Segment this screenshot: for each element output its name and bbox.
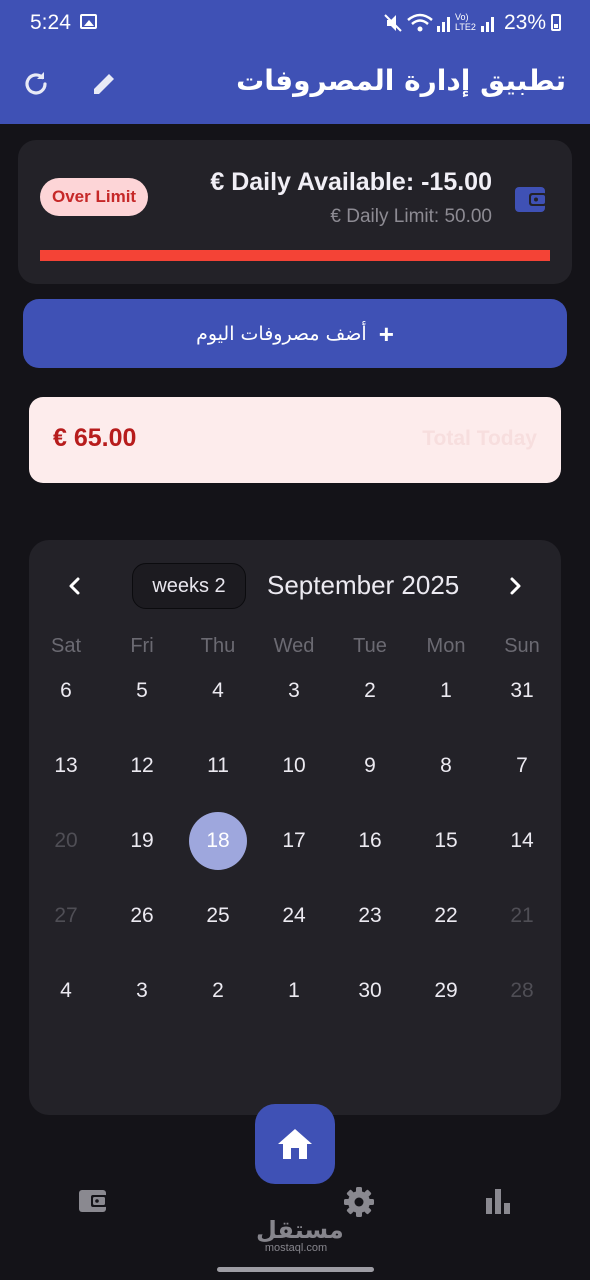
wallet-icon[interactable] (78, 1186, 108, 1216)
calendar-day[interactable]: 9 (341, 737, 399, 795)
gear-icon[interactable] (343, 1186, 375, 1218)
calendar-day[interactable]: 2 (189, 962, 247, 1020)
weekday-label: Sun (504, 635, 540, 657)
calendar-day[interactable]: 31 (493, 662, 551, 720)
wifi-icon (407, 13, 433, 32)
calendar: weeks 2 September 2025 Sat Fri Thu Wed Tue Mo… (29, 540, 561, 1115)
calendar-day[interactable]: 14 (493, 812, 551, 870)
next-month-button[interactable] (501, 570, 529, 602)
refresh-icon[interactable] (18, 66, 54, 102)
calendar-day[interactable]: 1 (417, 662, 475, 720)
calendar-day[interactable]: 8 (417, 737, 475, 795)
daily-limit-text: € Daily Limit: 50.00 (330, 206, 492, 227)
calendar-day[interactable]: 26 (113, 887, 171, 945)
calendar-day[interactable]: 6 (37, 662, 95, 720)
volte-indicator: Vo) LTE2 (455, 12, 476, 32)
calendar-day[interactable]: 4 (37, 962, 95, 1020)
weekday-label: Mon (426, 635, 466, 657)
calendar-day[interactable]: 3 (265, 662, 323, 720)
signal-icon-2 (481, 17, 494, 32)
calendar-day[interactable]: 13 (37, 737, 95, 795)
calendar-day[interactable]: 1 (265, 962, 323, 1020)
bar-chart-icon[interactable] (484, 1186, 512, 1216)
total-today-card: € 65.00 Total Today (29, 397, 561, 483)
home-icon (278, 1129, 312, 1159)
app-title: تطبيق إدارة المصروفات (236, 64, 566, 97)
add-expense-label: أضف مصروفات اليوم (196, 322, 367, 345)
status-time: 5:24 (30, 11, 71, 34)
mute-icon (384, 14, 402, 32)
weekday-label: Tue (353, 635, 387, 657)
battery-percentage: 23% (503, 11, 546, 34)
calendar-day[interactable]: 29 (417, 962, 475, 1020)
weekday-label: Wed (273, 635, 315, 657)
signal-icon-1 (437, 17, 450, 32)
calendar-day[interactable]: 24 (265, 887, 323, 945)
status-bar: 5:24 23% Vo) LTE2 (0, 0, 590, 46)
weekday-label: Sat (50, 635, 82, 657)
calendar-day[interactable]: 5 (113, 662, 171, 720)
calendar-day[interactable]: 21 (493, 887, 551, 945)
add-expense-button[interactable]: + أضف مصروفات اليوم (23, 299, 567, 368)
calendar-day[interactable]: 20 (37, 812, 95, 870)
gesture-navigation-bar[interactable] (217, 1267, 374, 1272)
edit-icon[interactable] (86, 66, 122, 102)
weekday-label: Fri (130, 635, 154, 657)
battery-icon (551, 14, 561, 31)
calendar-day[interactable]: 16 (341, 812, 399, 870)
watermark-arabic: مستقل (256, 1216, 344, 1244)
calendar-day[interactable]: 4 (189, 662, 247, 720)
daily-limit-card: Over Limit € Daily Available: -15.00 € D… (18, 140, 572, 284)
watermark: مستقل mostaql.com (256, 1216, 344, 1254)
wallet-icon (515, 187, 547, 212)
calendar-day[interactable]: 27 (37, 887, 95, 945)
app-bar: تطبيق إدارة المصروفات (0, 46, 590, 124)
calendar-format-toggle[interactable]: weeks 2 (132, 563, 246, 609)
total-today-label: Total Today (422, 427, 537, 450)
limit-progress-bar (40, 250, 550, 261)
calendar-day[interactable]: 3 (113, 962, 171, 1020)
calendar-day[interactable]: 11 (189, 737, 247, 795)
total-today-amount: € 65.00 (53, 424, 137, 452)
watermark-latin: mostaql.com (264, 1242, 328, 1254)
home-button[interactable] (255, 1104, 335, 1184)
calendar-day[interactable]: 17 (265, 812, 323, 870)
gallery-notification-icon (80, 14, 97, 29)
plus-icon: + (378, 318, 394, 349)
calendar-day[interactable]: 7 (493, 737, 551, 795)
calendar-month-title: September 2025 (267, 570, 460, 600)
daily-available-text: € Daily Available: -15.00 (210, 168, 492, 196)
calendar-day-selected[interactable]: 18 (189, 812, 247, 870)
over-limit-badge: Over Limit (40, 178, 149, 216)
calendar-day[interactable]: 12 (113, 737, 171, 795)
calendar-day[interactable]: 22 (417, 887, 475, 945)
calendar-day[interactable]: 30 (341, 962, 399, 1020)
calendar-day[interactable]: 2 (341, 662, 399, 720)
calendar-day[interactable]: 15 (417, 812, 475, 870)
calendar-day[interactable]: 25 (189, 887, 247, 945)
calendar-day[interactable]: 19 (113, 812, 171, 870)
weekday-label: Thu (200, 635, 236, 657)
calendar-day[interactable]: 23 (341, 887, 399, 945)
calendar-day[interactable]: 10 (265, 737, 323, 795)
calendar-day[interactable]: 28 (493, 962, 551, 1020)
previous-month-button[interactable] (61, 570, 89, 602)
limit-progress-fill (40, 250, 550, 261)
